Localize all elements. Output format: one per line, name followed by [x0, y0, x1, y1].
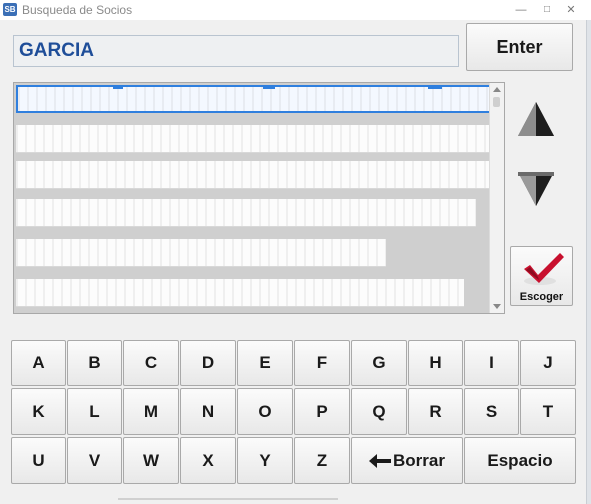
title-bar: SB Busqueda de Socios — □ ✕ — [0, 0, 591, 20]
maximize-icon[interactable]: □ — [538, 2, 556, 18]
close-icon[interactable]: ✕ — [562, 2, 580, 18]
key-x[interactable]: X — [180, 437, 236, 484]
search-input[interactable]: GARCIA — [13, 35, 459, 67]
key-v[interactable]: V — [67, 437, 122, 484]
scroll-thumb[interactable] — [493, 97, 500, 107]
key-o[interactable]: O — [237, 388, 293, 435]
key-l[interactable]: L — [67, 388, 122, 435]
key-s[interactable]: S — [464, 388, 519, 435]
window-title: Busqueda de Socios — [22, 3, 133, 17]
key-g[interactable]: G — [351, 340, 407, 386]
key-m[interactable]: M — [123, 388, 179, 435]
key-c[interactable]: C — [123, 340, 179, 386]
key-r[interactable]: R — [408, 388, 463, 435]
key-a[interactable]: A — [11, 340, 66, 386]
key-z[interactable]: Z — [294, 437, 350, 484]
key-f[interactable]: F — [294, 340, 350, 386]
key-n[interactable]: N — [180, 388, 236, 435]
scroll-up-icon[interactable] — [493, 87, 501, 92]
app-icon: SB — [3, 3, 17, 16]
up-arrow-icon[interactable] — [516, 100, 556, 140]
key-w[interactable]: W — [123, 437, 179, 484]
key-b[interactable]: B — [67, 340, 122, 386]
list-item-selected[interactable] — [16, 85, 491, 113]
minimize-icon[interactable]: — — [512, 2, 530, 18]
list-item[interactable] — [16, 125, 491, 153]
key-k[interactable]: K — [11, 388, 66, 435]
down-arrow-icon[interactable] — [516, 168, 556, 208]
list-item[interactable] — [16, 279, 464, 307]
list-item[interactable] — [16, 161, 491, 189]
results-list[interactable] — [13, 82, 505, 314]
escoger-label: Escoger — [519, 291, 564, 303]
background-window-edge — [586, 20, 591, 504]
enter-button[interactable]: Enter — [466, 23, 573, 71]
checkmark-icon — [524, 253, 564, 285]
borrar-button[interactable]: Borrar — [351, 437, 463, 484]
key-e[interactable]: E — [237, 340, 293, 386]
key-i[interactable]: I — [464, 340, 519, 386]
espacio-button[interactable]: Espacio — [464, 437, 576, 484]
scroll-down-icon[interactable] — [493, 304, 501, 309]
key-q[interactable]: Q — [351, 388, 407, 435]
borrar-label: Borrar — [393, 450, 445, 470]
key-t[interactable]: T — [520, 388, 576, 435]
escoger-button[interactable]: Escoger — [510, 246, 573, 306]
key-h[interactable]: H — [408, 340, 463, 386]
key-j[interactable]: J — [520, 340, 576, 386]
list-scrollbar[interactable] — [489, 83, 504, 313]
list-item[interactable] — [16, 239, 386, 267]
key-p[interactable]: P — [294, 388, 350, 435]
key-y[interactable]: Y — [237, 437, 293, 484]
key-d[interactable]: D — [180, 340, 236, 386]
list-item[interactable] — [16, 199, 476, 227]
divider — [118, 498, 338, 500]
key-u[interactable]: U — [11, 437, 66, 484]
left-arrow-icon — [369, 453, 392, 468]
